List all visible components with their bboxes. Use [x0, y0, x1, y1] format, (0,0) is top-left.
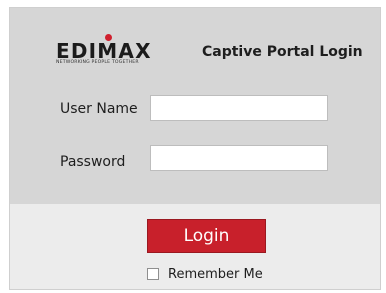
- username-input[interactable]: [150, 95, 328, 121]
- login-button[interactable]: Login: [147, 219, 266, 253]
- logo-tagline: NETWORKING PEOPLE TOGETHER: [56, 60, 139, 65]
- edimax-logo: EDIMAX NETWORKING PEOPLE TOGETHER: [56, 34, 178, 68]
- login-card: EDIMAX NETWORKING PEOPLE TOGETHER Captiv…: [9, 7, 381, 290]
- password-input[interactable]: [150, 145, 328, 171]
- logo-red-dot: [105, 34, 112, 41]
- remember-me-label: Remember Me: [168, 266, 263, 282]
- remember-me-option[interactable]: Remember Me: [147, 265, 263, 283]
- page-title: Captive Portal Login: [202, 44, 363, 60]
- login-header-panel: EDIMAX NETWORKING PEOPLE TOGETHER Captiv…: [10, 8, 380, 204]
- logo-wordmark: EDIMAX: [56, 39, 152, 63]
- remember-me-checkbox[interactable]: [147, 268, 159, 280]
- username-label: User Name: [60, 101, 138, 117]
- password-label: Password: [60, 154, 126, 170]
